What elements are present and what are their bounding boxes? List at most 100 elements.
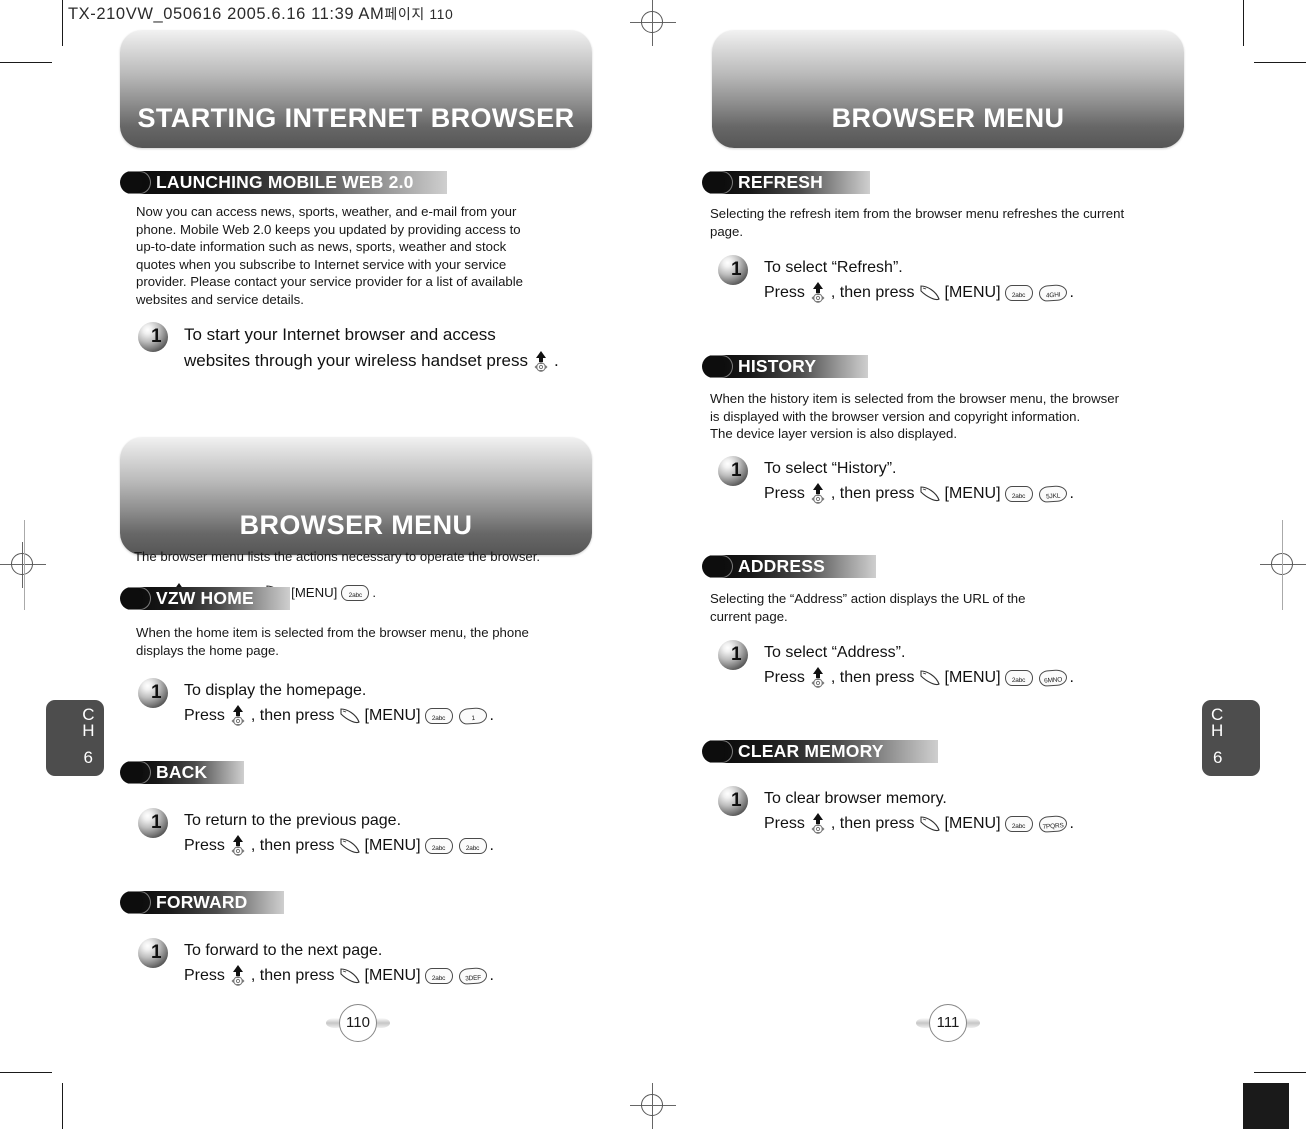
section-header-label: CLEAR MEMORY: [738, 741, 884, 761]
period: .: [1069, 284, 1074, 301]
then-press-label: , then press: [830, 815, 915, 832]
step-line-1: To display the homepage.: [184, 682, 367, 699]
send-key-icon: [919, 485, 941, 503]
section-paragraph-launching: Now you can access news, sports, weather…: [136, 204, 524, 307]
keycap-label: 3DEF: [464, 973, 481, 983]
step-number: 1: [731, 644, 742, 665]
page-number-badge-left: 110: [326, 1004, 390, 1042]
section-header-refresh: REFRESH: [702, 170, 870, 195]
section-header-bar: HISTORY: [716, 355, 868, 378]
banner-title: STARTING INTERNET BROWSER: [137, 103, 575, 133]
step-line-2: websites through your wireless handset p…: [184, 351, 528, 370]
section-header-label: ADDRESS: [738, 556, 825, 576]
browser-menu-intro-line1: The browser menu lists the actions neces…: [134, 548, 541, 564]
section-header-bar: REFRESH: [716, 171, 870, 194]
menu-bracket-label: [MENU]: [291, 585, 338, 601]
press-label: Press: [764, 815, 805, 832]
bullet-dot-icon: [120, 587, 151, 610]
chapter-banner-browser-menu-right: BROWSER MENU: [712, 30, 1184, 148]
step-line-1: To return to the previous page.: [184, 812, 402, 829]
keycap-first: 2abc: [1004, 485, 1033, 502]
keycap-first: 2abc: [1004, 669, 1033, 686]
step-text: To display the homepage. Press , then pr…: [184, 678, 494, 728]
nav-key-icon: [808, 813, 828, 834]
nav-key-icon: [808, 667, 828, 688]
bullet-dot-icon: [120, 171, 151, 194]
crop-line-top-left-horizontal: [0, 62, 52, 63]
keycap-label: 2abc: [431, 974, 446, 982]
step-line-1: To select “History”.: [764, 460, 897, 477]
keycap-label: 2abc: [431, 844, 446, 852]
bullet-dot-icon: [702, 555, 733, 578]
nav-key-icon: [228, 965, 248, 986]
page-right: BROWSER MENU REFRESH Selecting the refre…: [690, 0, 1290, 1129]
menu-bracket-label: [MENU]: [364, 707, 421, 724]
then-press-label: , then press: [830, 284, 915, 301]
step-number: 1: [731, 460, 742, 481]
page-number: 111: [929, 1004, 967, 1042]
period: .: [1069, 669, 1074, 686]
keycap-label: 2abc: [1011, 676, 1026, 684]
nav-key-icon: [228, 835, 248, 856]
chapter-tab-right: CH 6: [1202, 700, 1260, 776]
keycap-label: 1: [470, 714, 475, 722]
then-press-label: , then press: [250, 707, 335, 724]
period: .: [489, 967, 494, 984]
step-number: 1: [151, 942, 162, 963]
press-label: Press: [764, 485, 805, 502]
page-number-badge-right: 111: [916, 1004, 980, 1042]
section-paragraph-refresh: Selecting the refresh item from the brow…: [710, 206, 1125, 239]
send-key-icon: [339, 707, 361, 725]
keycap-second: 6MNO: [1037, 668, 1068, 687]
send-key-icon: [919, 815, 941, 833]
step-text: To return to the previous page. Press , …: [184, 808, 494, 858]
bullet-dot-icon: [702, 740, 733, 763]
chapter-tab-left: CH 6: [46, 700, 104, 776]
step-line-1: To start your Internet browser and acces…: [184, 325, 496, 344]
menu-bracket-label: [MENU]: [944, 485, 1001, 502]
step-text: To forward to the next page. Press , the…: [184, 938, 494, 988]
step-number-badge: 1: [138, 808, 172, 838]
keycap-label: 2abc: [1011, 492, 1026, 500]
step-text: To select “Refresh”. Press , then press: [764, 255, 1074, 305]
keycap-first: 2abc: [424, 967, 453, 984]
menu-bracket-label: [MENU]: [364, 837, 421, 854]
keycap-label: 5JKL: [1045, 492, 1060, 500]
chapter-tab-label: CH: [82, 705, 95, 740]
section-header-history: HISTORY: [702, 354, 868, 379]
section-header-label: LAUNCHING MOBILE WEB 2.0: [156, 172, 414, 192]
menu-bracket-label: [MENU]: [944, 815, 1001, 832]
then-press-label: , then press: [830, 669, 915, 686]
step-number-badge: 1: [718, 640, 752, 670]
press-label: Press: [184, 967, 225, 984]
section-header-launching-mobile-web: LAUNCHING MOBILE WEB 2.0: [120, 170, 447, 195]
chapter-tab-number: 6: [1213, 748, 1223, 767]
section-paragraph-vzw-home: When the home item is selected from the …: [136, 625, 529, 658]
bullet-dot-icon: [120, 891, 151, 914]
page-left: STARTING INTERNET BROWSER LAUNCHING MOBI…: [100, 0, 700, 1129]
bullet-dot-icon: [702, 355, 733, 378]
step-line-1: To clear browser memory.: [764, 790, 947, 807]
period: .: [1069, 815, 1074, 832]
step-number-badge: 1: [718, 255, 752, 285]
then-press-label: , then press: [250, 837, 335, 854]
keycap-second: 4GHI: [1037, 283, 1068, 302]
bullet-dot-icon: [702, 171, 733, 194]
section-header-label: FORWARD: [156, 892, 248, 912]
nav-key-icon: [531, 350, 551, 372]
step-number-badge: 1: [138, 938, 172, 968]
press-label: Press: [184, 707, 225, 724]
section-header-bar: CLEAR MEMORY: [716, 740, 938, 763]
section-header-bar: VZW HOME: [134, 587, 290, 610]
keycap-second: 5JKL: [1037, 484, 1068, 503]
keycap-second: 3DEF: [457, 966, 488, 985]
keycap-first: 2abc: [424, 837, 453, 854]
step-number: 1: [151, 812, 162, 833]
chapter-tab-number: 6: [83, 748, 93, 767]
section-header-vzw-home: VZW HOME: [120, 586, 290, 611]
step-text: To clear browser memory. Press , then pr…: [764, 786, 1074, 836]
keycap-first: 2abc: [1004, 284, 1033, 301]
section-header-address: ADDRESS: [702, 554, 876, 579]
step-number-badge: 1: [718, 456, 752, 486]
chapter-banner-starting-internet-browser: STARTING INTERNET BROWSER: [120, 30, 592, 148]
